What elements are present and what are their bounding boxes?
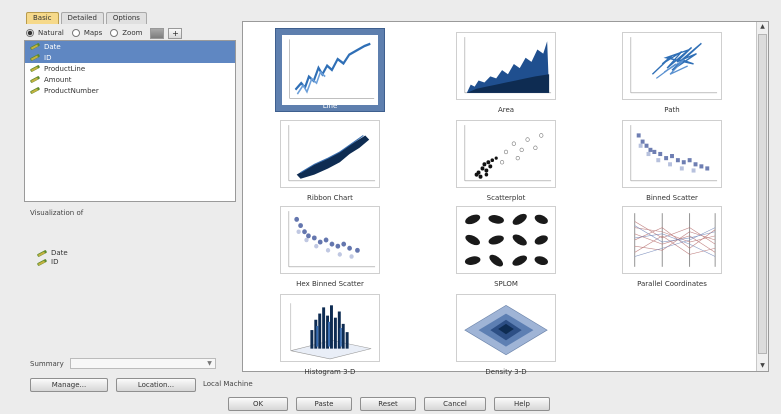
chart-type-label: Hex Binned Scatter: [296, 280, 364, 288]
chart-type-label: Parallel Coordinates: [637, 280, 707, 288]
histogram-3d-thumbnail-icon: [280, 294, 380, 362]
radio-natural[interactable]: [26, 29, 34, 37]
line-chart-thumbnail-icon: [275, 28, 385, 112]
chart-type-label: Binned Scatter: [646, 194, 698, 202]
field-label: ID: [44, 53, 52, 62]
density-3d-thumbnail-icon: [456, 294, 556, 362]
field-icon: [36, 250, 48, 257]
scroll-down-icon[interactable]: ▼: [757, 361, 768, 371]
chart-type-label: Path: [664, 106, 680, 114]
used-field-label: ID: [51, 258, 59, 266]
summary-label: Summary: [30, 359, 64, 368]
field-item-date[interactable]: Date: [25, 41, 235, 52]
field-icon: [29, 87, 41, 94]
chart-type-label: Area: [497, 106, 515, 114]
scatterplot-thumbnail-icon: [456, 120, 556, 188]
radio-natural-label: Natural: [38, 29, 64, 37]
field-item-productline[interactable]: ProductLine: [25, 63, 235, 74]
chart-type-gallery: Line Area Path Ribbon Chart Scatterplot …: [242, 21, 769, 376]
used-field-date: Date: [36, 249, 68, 257]
field-icon: [29, 76, 41, 83]
binned-scatter-thumbnail-icon: [622, 120, 722, 188]
field-icon: [29, 65, 41, 72]
chart-type-label: SPLOM: [494, 280, 518, 288]
field-label: ProductLine: [44, 64, 86, 73]
radio-zoom[interactable]: [110, 29, 119, 37]
chart-type-hex-binned-scatter[interactable]: Hex Binned Scatter: [265, 204, 395, 300]
hex-binned-scatter-thumbnail-icon: [280, 206, 380, 274]
chart-type-scatterplot[interactable]: Scatterplot: [441, 118, 571, 214]
chart-type-density-3d[interactable]: Density 3-D: [441, 292, 571, 388]
summary-select[interactable]: ▼: [69, 358, 216, 369]
parallel-coordinates-thumbnail-icon: [622, 206, 722, 274]
chart-type-label: Line: [322, 102, 338, 110]
scroll-up-icon[interactable]: ▲: [757, 22, 768, 32]
field-icon: [29, 54, 41, 61]
scrollbar-thumb[interactable]: [758, 34, 767, 354]
used-field-label: Date: [51, 249, 68, 257]
splom-thumbnail-icon: [456, 206, 556, 274]
paste-button[interactable]: Paste: [296, 397, 352, 411]
sort-button[interactable]: [150, 27, 165, 39]
field-label: Amount: [44, 75, 72, 84]
field-item-productnumber[interactable]: ProductNumber: [25, 85, 235, 96]
field-list[interactable]: Date ID ProductLine Amount ProductNumber: [24, 40, 236, 202]
chart-type-splom[interactable]: SPLOM: [441, 204, 571, 300]
area-chart-thumbnail-icon: [456, 32, 556, 100]
cancel-button[interactable]: Cancel: [424, 397, 486, 411]
chart-type-label: Ribbon Chart: [307, 194, 353, 202]
location-button[interactable]: Location...: [116, 378, 196, 392]
view-type-row: Natural Maps Zoom +: [26, 27, 236, 39]
used-field-id: ID: [36, 258, 58, 266]
radio-zoom-label: Zoom: [122, 29, 143, 37]
chart-type-parallel-coordinates[interactable]: Parallel Coordinates: [607, 204, 737, 300]
location-label: Local Machine: [203, 380, 253, 388]
visualization-of-label: Visualization of: [30, 209, 84, 217]
field-icon: [36, 259, 48, 266]
chart-type-label: Histogram 3-D: [304, 368, 356, 376]
radio-maps-label: Maps: [83, 29, 103, 37]
chart-type-label: Scatterplot: [486, 194, 526, 202]
chart-type-line[interactable]: Line: [265, 28, 395, 126]
ok-button[interactable]: OK: [228, 397, 288, 411]
chart-type-histogram-3d[interactable]: Histogram 3-D: [265, 292, 395, 388]
tab-options[interactable]: Options: [105, 12, 147, 24]
tab-basic[interactable]: Basic: [26, 12, 59, 24]
tab-bar: Basic Detailed Options: [26, 12, 149, 24]
ribbon-chart-thumbnail-icon: [280, 120, 380, 188]
field-label: ProductNumber: [44, 86, 99, 95]
chart-type-binned-scatter[interactable]: Binned Scatter: [607, 118, 737, 214]
reset-button[interactable]: Reset: [360, 397, 416, 411]
help-button[interactable]: Help: [494, 397, 550, 411]
path-chart-thumbnail-icon: [622, 32, 722, 100]
radio-maps[interactable]: [71, 29, 80, 37]
field-item-id[interactable]: ID: [25, 52, 235, 63]
summary-row: Summary ▼: [30, 358, 216, 369]
add-field-button[interactable]: +: [168, 27, 183, 39]
chart-type-area[interactable]: Area: [441, 30, 571, 126]
field-label: Date: [44, 42, 61, 51]
manage-button[interactable]: Manage...: [30, 378, 108, 392]
field-item-amount[interactable]: Amount: [25, 74, 235, 85]
chart-type-ribbon[interactable]: Ribbon Chart: [265, 118, 395, 214]
field-icon: [29, 43, 41, 50]
tab-detailed[interactable]: Detailed: [60, 12, 104, 24]
chevron-down-icon: ▼: [207, 360, 212, 367]
chart-type-path[interactable]: Path: [607, 30, 737, 126]
gallery-scrollbar[interactable]: ▲ ▼: [756, 22, 768, 371]
chart-type-label: Density 3-D: [485, 368, 527, 376]
